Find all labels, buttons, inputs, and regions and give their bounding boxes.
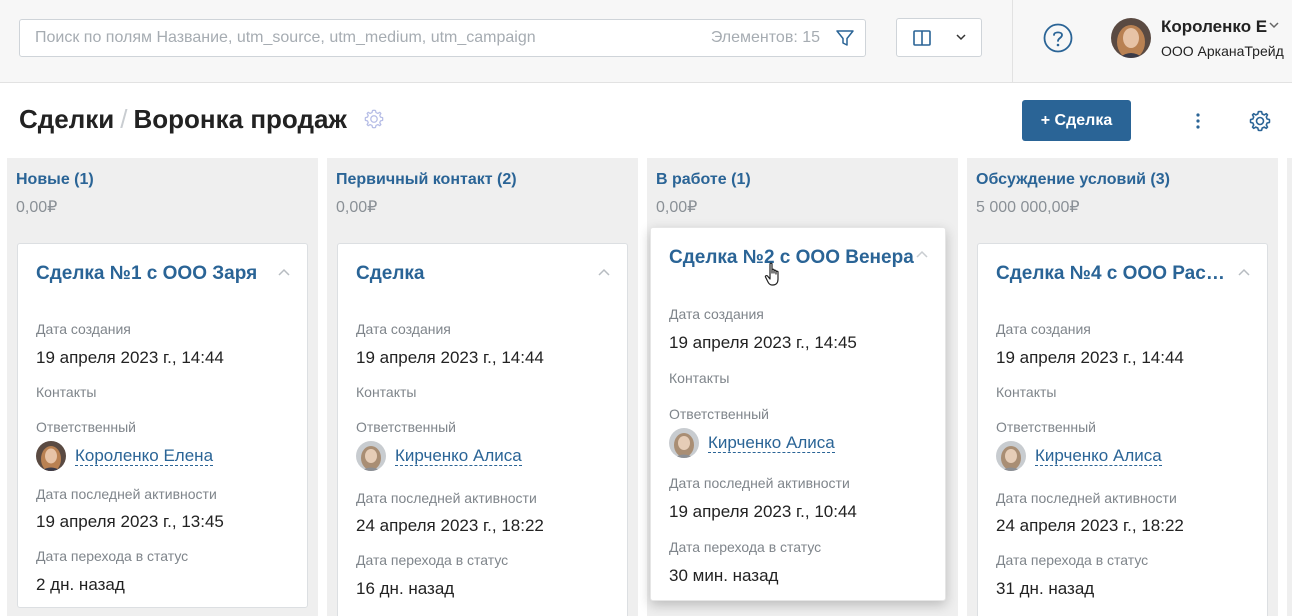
responsible-label: Ответственный (356, 419, 456, 435)
created-value: 19 апреля 2023 г., 14:44 (996, 348, 1184, 367)
contacts-label: Контакты (36, 384, 97, 400)
status-label: Дата перехода в статус (669, 539, 822, 555)
avatar (36, 441, 66, 471)
user-name[interactable]: Короленко Е (1161, 17, 1267, 37)
view-mode-button[interactable] (896, 18, 982, 57)
kanban-column-in-progress: В работе (1) 0,00₽ Сделка №2 с ООО Венер… (647, 158, 958, 616)
responsible-label: Ответственный (669, 406, 769, 422)
status-label: Дата перехода в статус (996, 552, 1149, 568)
chevron-up-icon[interactable] (1237, 268, 1251, 278)
search-input[interactable] (35, 20, 675, 56)
deal-card[interactable]: Сделка Дата создания 19 апреля 2023 г., … (337, 243, 628, 616)
created-value: 19 апреля 2023 г., 14:45 (669, 333, 857, 352)
column-title: Обсуждение условий (3) (976, 171, 1170, 188)
contacts-label: Контакты (356, 384, 417, 400)
created-label: Дата создания (996, 321, 1091, 337)
column-title: В работе (1) (656, 171, 751, 188)
status-value: 31 дн. назад (996, 579, 1095, 598)
activity-value: 19 апреля 2023 г., 10:44 (669, 502, 857, 521)
responsible-name[interactable]: Короленко Елена (75, 446, 214, 466)
pointer-cursor-icon (764, 262, 779, 286)
page-title: Сделки / Воронка продаж (19, 104, 347, 135)
status-label: Дата перехода в статус (36, 548, 189, 564)
column-sum: 5 000 000,00₽ (976, 199, 1080, 216)
responsible-person[interactable]: Кирченко Алиса (356, 441, 522, 471)
top-bar: Элементов: 15 Короленко Е ООО АрканаТрей… (0, 0, 1292, 83)
chevron-up-icon[interactable] (277, 268, 291, 278)
column-sum: 0,00₽ (656, 199, 698, 216)
kanban-column-negotiation: Обсуждение условий (3) 5 000 000,00₽ Сде… (967, 158, 1278, 616)
user-company: ООО АрканаТрейд (1161, 43, 1284, 59)
add-deal-button[interactable]: + Сделка (1022, 100, 1131, 141)
deal-title[interactable]: Сделка №1 с ООО Заря (36, 263, 266, 285)
chevron-up-icon[interactable] (915, 250, 929, 260)
breadcrumb-current: Воронка продаж (133, 104, 347, 134)
column-title: Первичный контакт (2) (336, 171, 517, 188)
responsible-person[interactable]: Кирченко Алиса (996, 441, 1162, 471)
avatar (996, 441, 1026, 471)
chevron-down-icon (956, 34, 966, 41)
activity-label: Дата последней активности (356, 490, 537, 506)
status-label: Дата перехода в статус (356, 552, 509, 568)
responsible-name[interactable]: Кирченко Алиса (395, 446, 522, 466)
responsible-person[interactable]: Кирченко Алиса (669, 428, 835, 458)
activity-label: Дата последней активности (36, 486, 217, 502)
activity-value: 24 апреля 2023 г., 18:22 (356, 516, 544, 535)
deal-title[interactable]: Сделка №4 с ООО Рассвет (996, 263, 1226, 285)
split-view-icon (913, 30, 931, 46)
column-title: Новые (1) (16, 171, 94, 188)
contacts-label: Контакты (669, 370, 730, 386)
status-value: 30 мин. назад (669, 566, 779, 585)
activity-value: 24 апреля 2023 г., 18:22 (996, 516, 1184, 535)
elements-count: Элементов: 15 (710, 29, 820, 46)
responsible-label: Ответственный (36, 419, 136, 435)
responsible-name[interactable]: Кирченко Алиса (708, 433, 835, 453)
avatar (669, 428, 699, 458)
responsible-name[interactable]: Кирченко Алиса (1035, 446, 1162, 466)
divider (1012, 0, 1013, 83)
breadcrumb-root[interactable]: Сделки (19, 104, 114, 134)
chevron-up-icon[interactable] (597, 268, 611, 278)
activity-label: Дата последней активности (996, 490, 1177, 506)
chevron-down-icon[interactable] (1268, 20, 1280, 30)
avatar (356, 441, 386, 471)
help-icon[interactable] (1043, 23, 1073, 53)
gear-icon[interactable] (363, 108, 385, 130)
column-sum: 0,00₽ (16, 199, 58, 216)
status-value: 2 дн. назад (36, 575, 125, 594)
created-label: Дата создания (36, 321, 131, 337)
user-avatar[interactable] (1111, 18, 1151, 58)
deal-card[interactable]: Сделка №4 с ООО Рассвет Дата создания 19… (977, 243, 1268, 616)
deal-title[interactable]: Сделка (356, 263, 586, 285)
contacts-label: Контакты (996, 384, 1057, 400)
breadcrumb-separator: / (120, 104, 128, 134)
activity-label: Дата последней активности (669, 475, 850, 491)
search-box[interactable]: Элементов: 15 (19, 19, 866, 57)
column-sum: 0,00₽ (336, 199, 378, 216)
created-value: 19 апреля 2023 г., 14:44 (36, 348, 224, 367)
deal-card-dragging[interactable]: Сделка №2 с ООО Венера Дата создания 19 … (650, 227, 946, 601)
created-value: 19 апреля 2023 г., 14:44 (356, 348, 544, 367)
filter-icon[interactable] (835, 28, 855, 48)
responsible-label: Ответственный (996, 419, 1096, 435)
more-vertical-icon[interactable] (1188, 110, 1208, 132)
kanban-column-next (1287, 158, 1292, 616)
settings-gear-icon[interactable] (1248, 109, 1272, 133)
created-label: Дата создания (356, 321, 451, 337)
kanban-column-new: Новые (1) 0,00₽ Сделка №1 с ООО Заря Дат… (7, 158, 318, 616)
deal-title[interactable]: Сделка №2 с ООО Венера (669, 247, 914, 269)
activity-value: 19 апреля 2023 г., 13:45 (36, 512, 224, 531)
kanban-column-first-contact: Первичный контакт (2) 0,00₽ Сделка Дата … (327, 158, 638, 616)
responsible-person[interactable]: Короленко Елена (36, 441, 214, 471)
status-value: 16 дн. назад (356, 579, 455, 598)
deal-card[interactable]: Сделка №1 с ООО Заря Дата создания 19 ап… (17, 243, 308, 608)
created-label: Дата создания (669, 306, 764, 322)
